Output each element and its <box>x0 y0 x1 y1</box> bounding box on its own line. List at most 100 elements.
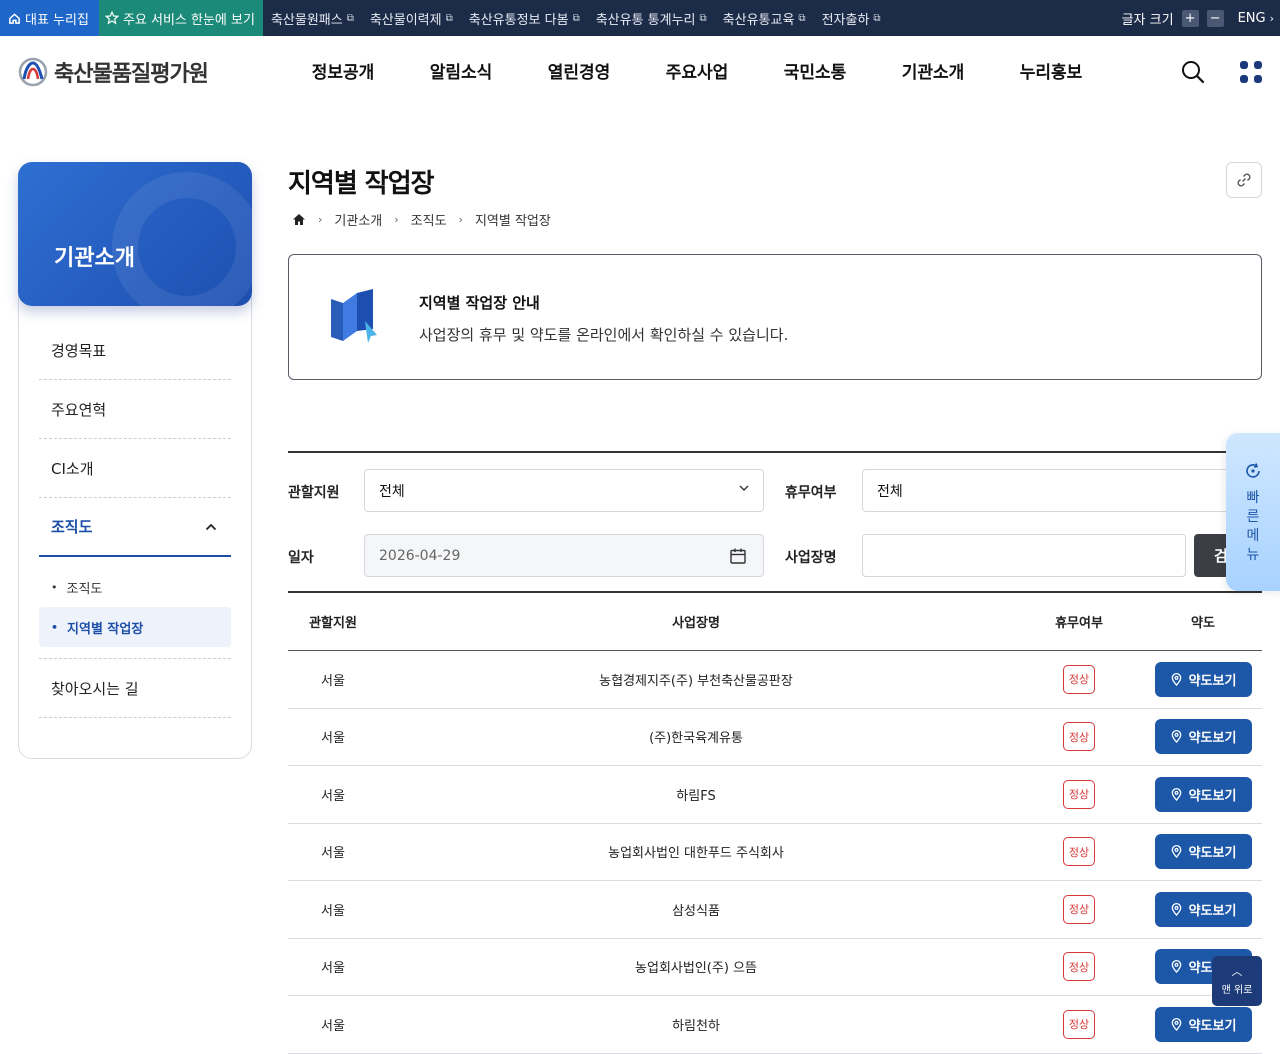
view-map-label: 약도보기 <box>1188 903 1237 919</box>
chevron-right-icon: › <box>1269 11 1274 25</box>
view-map-button[interactable]: 약도보기 <box>1154 891 1252 927</box>
workplace-table: 관할지원 사업장명 휴무여부 약도 서울 농협경제지주(주) 부천축산물공판장 정상… <box>288 591 1262 1054</box>
view-map-label: 약도보기 <box>1188 673 1237 689</box>
main-service-link[interactable]: 주요 서비스 한눈에 보기 <box>98 0 263 36</box>
branch-label: 관할지원 <box>288 485 340 501</box>
font-increase-button[interactable]: + <box>1181 9 1199 27</box>
breadcrumb-item[interactable]: 조직도 <box>411 210 447 229</box>
holiday-select[interactable]: 전체 <box>862 469 1242 512</box>
info-description: 사업장의 휴무 및 약도를 온라인에서 확인하실 수 있습니다. <box>419 326 789 344</box>
table-row: 서울 하림천하 정상 약도보기 <box>288 996 1262 1054</box>
nav-open-management[interactable]: 열린경영 <box>520 58 638 83</box>
external-link-icon: ⧉ <box>873 12 881 24</box>
view-map-button[interactable]: 약도보기 <box>1154 776 1252 812</box>
font-size-label: 글자 크기 <box>1121 12 1174 28</box>
ext-link-dabom[interactable]: 축산유통정보 다봄 ⧉ <box>461 9 588 28</box>
site-header: 축산물품질평가원 정보공개 알림소식 열린경영 주요사업 국민소통 기관소개 누… <box>0 36 1280 108</box>
sidebar-item-history[interactable]: 주요연혁 <box>39 380 231 439</box>
sidebar-sub-regional-workplace[interactable]: 지역별 작업장 <box>39 607 231 647</box>
link-icon <box>1237 173 1251 187</box>
language-link[interactable]: ENG › <box>1238 11 1274 26</box>
calendar-icon[interactable] <box>729 547 747 565</box>
all-menu-icon[interactable] <box>1238 59 1264 85</box>
view-map-button[interactable]: 약도보기 <box>1154 1006 1252 1042</box>
nav-main-business[interactable]: 주요사업 <box>638 58 756 83</box>
ext-link-label: 축산물원패스 <box>270 12 343 28</box>
view-map-button[interactable]: 약도보기 <box>1154 661 1252 697</box>
ext-link-shipment[interactable]: 전자출하 ⧉ <box>814 9 889 28</box>
date-input[interactable]: 2026-04-29 <box>364 534 764 577</box>
book-icon <box>331 289 377 343</box>
search-icon[interactable] <box>1180 59 1206 85</box>
nav-news[interactable]: 알림소식 <box>402 58 520 83</box>
breadcrumb-current: 지역별 작업장 <box>474 214 551 229</box>
branch-select-value: 전체 <box>379 483 405 500</box>
main-navigation: 정보공개 알림소식 열린경영 주요사업 국민소통 기관소개 누리홍보 <box>284 58 1110 83</box>
external-link-icon: ⧉ <box>346 12 354 24</box>
workplace-name-label: 사업장명 <box>785 550 837 566</box>
view-map-label: 약도보기 <box>1188 1018 1237 1034</box>
map-pin-icon <box>1171 730 1181 744</box>
sidebar-item-label: 경영목표 <box>51 341 107 360</box>
chevron-right-icon: › <box>318 213 323 226</box>
cell-map: 약도보기 <box>1144 1006 1262 1042</box>
ext-link-stats[interactable]: 축산유통 통계누리 ⧉ <box>588 9 715 28</box>
status-badge: 정상 <box>1063 952 1095 982</box>
sidebar-item-goals[interactable]: 경영목표 <box>39 321 231 380</box>
page-title: 지역별 작업장 <box>288 169 435 199</box>
breadcrumb-item[interactable]: 기관소개 <box>334 210 382 229</box>
refresh-icon <box>1246 463 1260 478</box>
cell-workplace-name: 하림FS <box>676 788 716 804</box>
share-link-button[interactable] <box>1226 162 1262 198</box>
quick-menu[interactable]: 빠른메뉴 <box>1226 433 1280 591</box>
ext-link-education[interactable]: 축산유통교육 ⧉ <box>715 9 814 28</box>
ext-link-onepass[interactable]: 축산물원패스 ⧉ <box>263 9 362 28</box>
view-map-label: 약도보기 <box>1188 731 1237 747</box>
star-icon <box>104 11 119 25</box>
cell-workplace-name: (주)한국육계유통 <box>649 731 743 747</box>
cell-branch: 서울 <box>321 731 345 747</box>
back-to-top-label: 맨 위로 <box>1221 984 1253 996</box>
home-icon[interactable] <box>292 213 306 226</box>
nav-info-disclosure[interactable]: 정보공개 <box>284 58 402 83</box>
status-badge: 정상 <box>1063 1009 1095 1039</box>
cell-branch: 서울 <box>321 903 345 919</box>
cell-map: 약도보기 <box>1144 719 1262 755</box>
table-row: 서울 농협경제지주(주) 부천축산물공판장 정상 약도보기 <box>288 651 1262 709</box>
font-decrease-button[interactable]: − <box>1206 9 1224 27</box>
map-pin-icon <box>1171 902 1181 916</box>
ext-link-trace[interactable]: 축산물이력제 ⧉ <box>362 9 461 28</box>
sidebar-item-directions[interactable]: 찾아오시는 길 <box>39 659 231 718</box>
view-map-label: 약도보기 <box>1188 788 1237 804</box>
site-logo[interactable]: 축산물품질평가원 <box>18 56 209 88</box>
column-header: 관할지원 <box>309 616 357 631</box>
back-to-top-button[interactable]: ︿ 맨 위로 <box>1212 956 1262 1006</box>
sidebar-decoration <box>112 172 252 306</box>
status-badge: 정상 <box>1063 664 1095 694</box>
map-pin-icon <box>1171 1017 1181 1031</box>
map-pin-icon <box>1171 960 1181 974</box>
sidebar-item-ci[interactable]: CI소개 <box>39 439 231 498</box>
info-box: 지역별 작업장 안내 사업장의 휴무 및 약도를 온라인에서 확인하실 수 있습… <box>288 254 1262 380</box>
nav-about[interactable]: 기관소개 <box>874 58 992 83</box>
holiday-label: 휴무여부 <box>785 485 837 501</box>
sidebar: 기관소개 경영목표 주요연혁 CI소개 조직도 조직도 지역별 작업장 찾아오시… <box>18 162 252 759</box>
view-map-button[interactable]: 약도보기 <box>1154 719 1252 755</box>
cell-status: 정상 <box>1014 722 1144 752</box>
nav-communication[interactable]: 국민소통 <box>756 58 874 83</box>
external-link-icon: ⧉ <box>572 12 580 24</box>
home-link[interactable]: 대표 누리집 <box>0 0 99 36</box>
sidebar-item-label: 조직도 <box>51 518 93 536</box>
status-badge: 정상 <box>1063 779 1095 809</box>
branch-select[interactable]: 전체 <box>364 469 764 512</box>
view-map-button[interactable]: 약도보기 <box>1154 834 1252 870</box>
sidebar-item-organization[interactable]: 조직도 <box>39 498 231 557</box>
chevron-right-icon: › <box>458 213 463 226</box>
cell-branch: 서울 <box>321 788 345 804</box>
table-row: 서울 농업회사법인 대한푸드 주식회사 정상 약도보기 <box>288 824 1262 881</box>
nav-promotion[interactable]: 누리홍보 <box>992 58 1110 83</box>
sidebar-sub-organization[interactable]: 조직도 <box>39 567 231 607</box>
workplace-name-input[interactable] <box>862 534 1186 577</box>
logo-mark-icon <box>18 57 48 87</box>
cell-workplace-name: 농협경제지주(주) 부천축산물공판장 <box>599 673 793 689</box>
